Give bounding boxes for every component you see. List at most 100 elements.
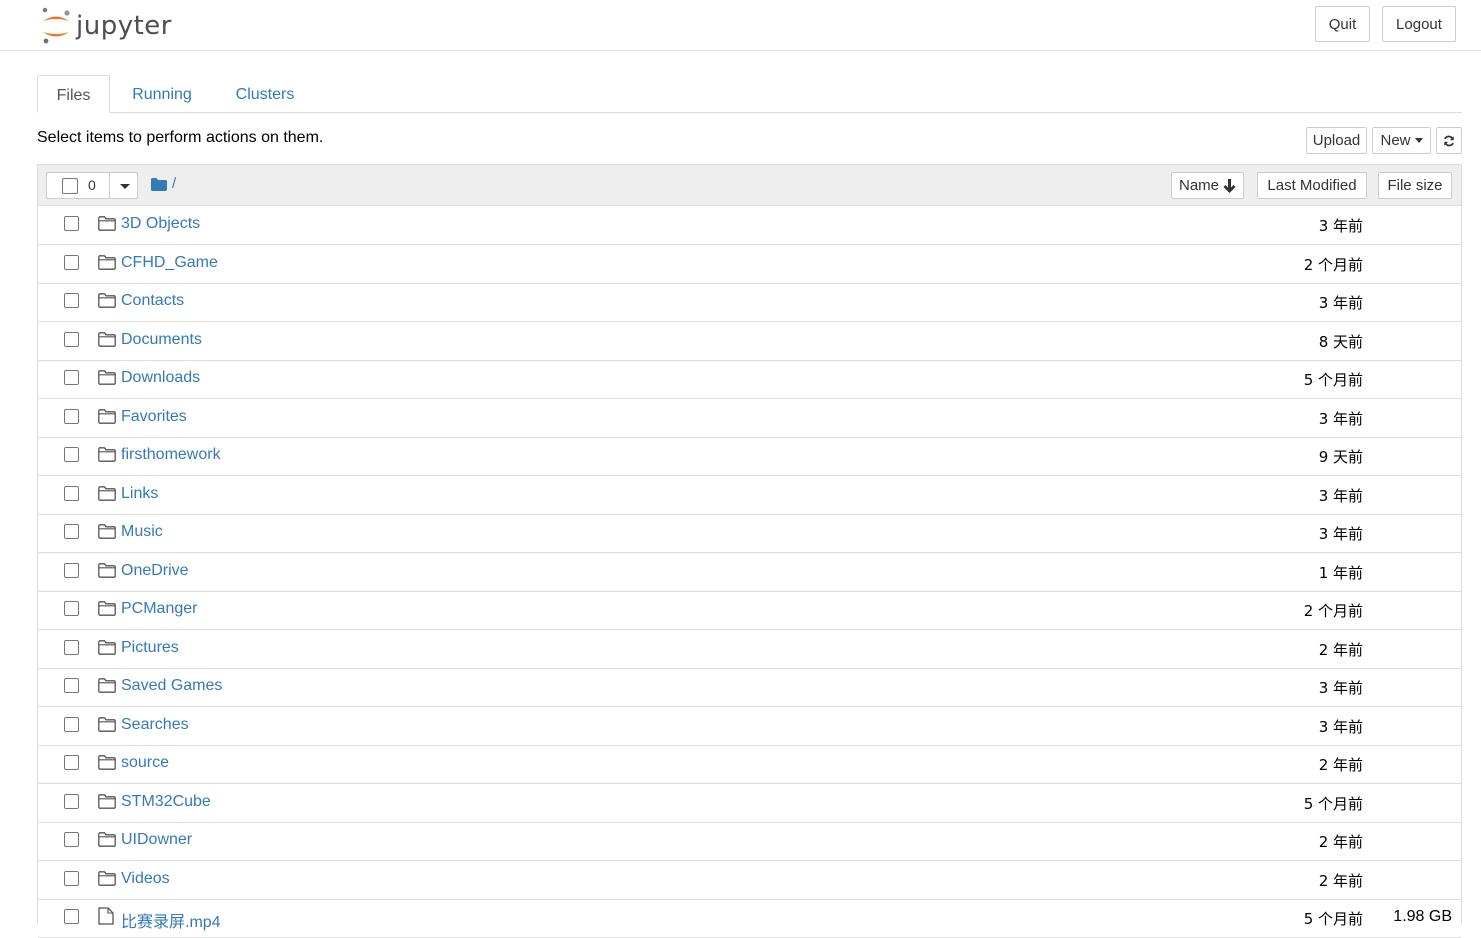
item-checkbox[interactable] <box>64 447 79 462</box>
item-last-modified: 2 年前 <box>1318 640 1363 659</box>
file-row[interactable]: Saved Games 3 年前 <box>38 668 1461 707</box>
tab-clusters[interactable]: Clusters <box>222 75 308 112</box>
item-name-link[interactable]: Documents <box>121 331 202 349</box>
new-dropdown-button[interactable]: New <box>1372 127 1431 154</box>
item-last-modified: 2 个月前 <box>1303 602 1363 620</box>
item-checkbox[interactable] <box>64 601 79 616</box>
sort-by-name-button[interactable]: Name <box>1171 172 1244 199</box>
folder-icon <box>98 370 116 390</box>
item-checkbox[interactable] <box>64 639 79 655</box>
file-row[interactable]: Music 3 年前 <box>38 514 1461 553</box>
item-name-link[interactable]: Contacts <box>121 292 184 310</box>
item-name-link[interactable]: 比赛录屏.mp4 <box>121 908 221 932</box>
file-row[interactable]: Videos 2 年前 <box>38 861 1461 900</box>
item-name-link[interactable]: Pictures <box>121 639 179 657</box>
quit-button[interactable]: Quit <box>1315 6 1370 42</box>
refresh-icon <box>1444 135 1454 146</box>
folder-open-icon[interactable] <box>151 178 167 191</box>
breadcrumb-root[interactable]: / <box>172 175 176 192</box>
item-checkbox[interactable] <box>64 678 79 693</box>
tab-running[interactable]: Running <box>118 75 206 112</box>
item-name-link[interactable]: CFHD_Game <box>121 254 218 272</box>
item-name-link[interactable]: source <box>121 754 169 772</box>
file-row[interactable]: 3D Objects 3 年前 <box>38 206 1461 245</box>
file-row[interactable]: Contacts 3 年前 <box>38 283 1461 322</box>
item-last-modified: 8 天前 <box>1318 332 1363 351</box>
item-last-modified: 2 个月前 <box>1303 255 1363 274</box>
item-name-link[interactable]: Favorites <box>121 408 187 426</box>
jupyter-logo-icon <box>42 7 70 44</box>
file-row[interactable]: Links 3 年前 <box>38 476 1461 515</box>
item-checkbox[interactable] <box>64 562 79 578</box>
item-last-modified: 5 个月前 <box>1303 910 1363 928</box>
file-row[interactable]: Documents 8 天前 <box>38 322 1461 361</box>
item-checkbox[interactable] <box>64 524 79 539</box>
item-name-link[interactable]: 3D Objects <box>121 215 200 233</box>
item-checkbox[interactable] <box>64 485 79 501</box>
upload-button[interactable]: Upload <box>1306 127 1367 154</box>
item-checkbox[interactable] <box>64 408 79 424</box>
file-list-header: 0 / Name Last Modified File size <box>38 165 1461 206</box>
item-name-link[interactable]: PCManger <box>121 600 197 618</box>
item-name-link[interactable]: Links <box>121 485 158 503</box>
folder-icon <box>98 447 116 467</box>
item-checkbox[interactable] <box>64 832 79 847</box>
folder-icon <box>98 870 116 891</box>
top-header: jupyter Quit Logout <box>0 0 1481 51</box>
refresh-button[interactable] <box>1436 127 1462 154</box>
item-name-link[interactable]: OneDrive <box>121 562 189 580</box>
file-row[interactable]: Pictures 2 年前 <box>38 630 1461 669</box>
file-row[interactable]: source 2 年前 <box>38 745 1461 784</box>
item-checkbox[interactable] <box>64 216 79 231</box>
folder-icon <box>98 755 116 775</box>
item-last-modified: 2 年前 <box>1318 756 1363 774</box>
item-name-link[interactable]: Videos <box>121 870 170 888</box>
item-checkbox[interactable] <box>64 716 79 732</box>
item-checkbox[interactable] <box>64 331 79 347</box>
file-row[interactable]: firsthomework 9 天前 <box>38 437 1461 476</box>
item-name-link[interactable]: Downloads <box>121 369 200 387</box>
sort-size-label: File size <box>1387 177 1443 194</box>
item-file-size: 1.98 GB <box>1393 908 1452 925</box>
file-row[interactable]: UIDowner 2 年前 <box>38 822 1461 861</box>
item-checkbox[interactable] <box>64 755 79 770</box>
item-last-modified: 3 年前 <box>1318 294 1363 312</box>
file-row[interactable]: 比赛录屏.mp4 5 个月前 1.98 GB <box>38 899 1461 938</box>
item-name-link[interactable]: STM32Cube <box>121 793 211 811</box>
file-row[interactable]: Favorites 3 年前 <box>38 399 1461 438</box>
tab-files[interactable]: Files <box>37 75 110 113</box>
selected-count: 0 <box>88 177 96 193</box>
sort-by-modified-button[interactable]: Last Modified <box>1257 172 1367 199</box>
file-row[interactable]: STM32Cube 5 个月前 <box>38 784 1461 823</box>
item-name-link[interactable]: UIDowner <box>121 831 192 849</box>
upload-label: Upload <box>1312 132 1361 149</box>
item-checkbox[interactable] <box>64 293 79 308</box>
jupyter-logo[interactable]: jupyter <box>40 6 172 46</box>
file-row[interactable]: OneDrive 1 年前 <box>38 553 1461 592</box>
file-row[interactable]: CFHD_Game 2 个月前 <box>38 245 1461 284</box>
item-checkbox[interactable] <box>64 870 79 886</box>
item-last-modified: 2 年前 <box>1318 871 1363 890</box>
item-name-link[interactable]: Music <box>121 523 163 541</box>
file-row[interactable]: Downloads 5 个月前 <box>38 360 1461 399</box>
item-checkbox[interactable] <box>64 793 79 809</box>
select-all-checkbox[interactable] <box>62 178 78 194</box>
item-name-link[interactable]: firsthomework <box>121 446 221 464</box>
sort-by-size-button[interactable]: File size <box>1378 172 1452 199</box>
item-checkbox[interactable] <box>64 254 79 270</box>
folder-icon <box>98 524 116 544</box>
item-name-link[interactable]: Searches <box>121 716 189 734</box>
file-row[interactable]: PCManger 2 个月前 <box>38 591 1461 630</box>
file-row[interactable]: Searches 3 年前 <box>38 707 1461 746</box>
sort-modified-label: Last Modified <box>1267 177 1357 194</box>
folder-icon <box>98 601 116 621</box>
new-label: New <box>1380 132 1411 149</box>
select-dropdown-caret-icon[interactable] <box>120 184 130 189</box>
item-checkbox[interactable] <box>64 370 79 385</box>
logout-button[interactable]: Logout <box>1382 6 1456 42</box>
item-name-link[interactable]: Saved Games <box>121 677 222 695</box>
item-last-modified: 2 年前 <box>1318 833 1363 851</box>
folder-icon <box>98 678 116 698</box>
item-last-modified: 3 年前 <box>1318 217 1363 235</box>
arrow-down-icon <box>1223 178 1236 193</box>
